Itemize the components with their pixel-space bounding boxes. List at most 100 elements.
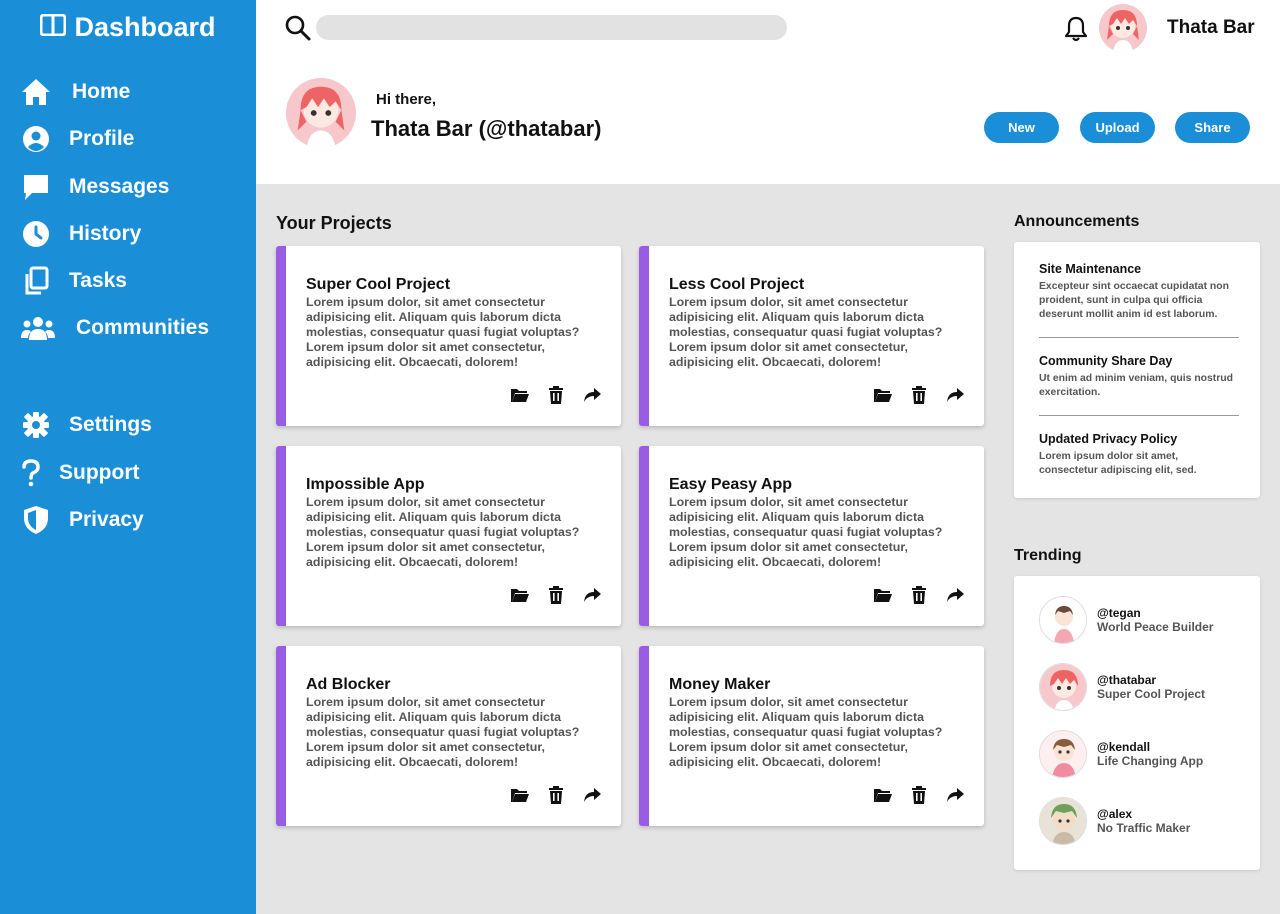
share-icon[interactable]: [582, 585, 602, 605]
communities-icon: [20, 312, 56, 344]
divider: [1039, 415, 1239, 416]
folder-icon[interactable]: [873, 785, 893, 805]
announcement-body: Ut enim ad minim veniam, quis nostrud ex…: [1039, 373, 1233, 398]
folder-icon[interactable]: [873, 385, 893, 405]
trending-text: @alex No Traffic Maker: [1097, 807, 1190, 835]
announcement-item[interactable]: Updated Privacy Policy Lorem ipsum dolor…: [1039, 432, 1239, 478]
project-card[interactable]: Ad Blocker Lorem ipsum dolor, sit amet co…: [276, 646, 621, 826]
share-icon[interactable]: [945, 385, 965, 405]
folder-icon[interactable]: [510, 385, 530, 405]
project-description: Lorem ipsum dolor, sit amet consectetur …: [306, 295, 580, 369]
share-icon[interactable]: [582, 785, 602, 805]
project-card[interactable]: Impossible App Lorem ipsum dolor, sit ame…: [276, 446, 621, 626]
sidebar-item-communities[interactable]: Communities: [20, 310, 209, 346]
project-card[interactable]: Easy Peasy App Lorem ipsum dolor, sit ame…: [639, 446, 984, 626]
sidebar: Dashboard Home Profile Messages History …: [0, 0, 256, 914]
project-description: Lorem ipsum dolor, sit amet consectetur …: [669, 495, 943, 569]
user-name[interactable]: Thata Bar: [1167, 17, 1255, 39]
sidebar-item-label: Profile: [69, 127, 135, 150]
folder-icon[interactable]: [873, 585, 893, 605]
announcement-body: Lorem ipsum dolor sit amet, consectetur …: [1039, 451, 1197, 476]
share-icon[interactable]: [945, 785, 965, 805]
project-description: Lorem ipsum dolor, sit amet consectetur …: [669, 295, 943, 369]
trash-icon[interactable]: [909, 585, 929, 605]
folder-icon[interactable]: [510, 785, 530, 805]
trending-text: @thatabar Super Cool Project: [1097, 673, 1205, 701]
card-actions: [873, 785, 965, 805]
sidebar-item-support[interactable]: Support: [20, 455, 139, 491]
trending-panel: @tegan World Peace Builder @thatabar Sup…: [1014, 576, 1260, 870]
project-card[interactable]: Less Cool Project Lorem ipsum dolor, sit …: [639, 246, 984, 426]
announcement-title: Community Share Day: [1039, 354, 1173, 368]
avatar: [1039, 596, 1087, 644]
project-card[interactable]: Money Maker Lorem ipsum dolor, sit amet c…: [639, 646, 984, 826]
card-accent: [276, 646, 286, 826]
project-description: Lorem ipsum dolor, sit amet consectetur …: [669, 695, 943, 769]
sidebar-item-label: Support: [59, 461, 140, 484]
sidebar-item-privacy[interactable]: Privacy: [20, 502, 144, 538]
trash-icon[interactable]: [546, 585, 566, 605]
trending-handle: @alex: [1097, 807, 1133, 821]
announcement-body: Excepteur sint occaecat cupidatat non pr…: [1039, 281, 1229, 320]
history-icon: [20, 218, 52, 250]
bell-icon[interactable]: [1062, 15, 1090, 43]
project-title: Easy Peasy App: [669, 476, 793, 493]
share-icon[interactable]: [945, 585, 965, 605]
card-accent: [276, 246, 286, 426]
trash-icon[interactable]: [909, 385, 929, 405]
tasks-icon: [20, 265, 52, 297]
card-accent: [639, 246, 649, 426]
trash-icon[interactable]: [546, 785, 566, 805]
project-title: Impossible App: [306, 476, 425, 493]
search-input[interactable]: [316, 15, 787, 40]
project-title: Less Cool Project: [669, 276, 805, 293]
profile-name: Thata Bar (@thatabar): [371, 116, 602, 141]
sidebar-item-tasks[interactable]: Tasks: [20, 263, 127, 299]
new-button[interactable]: New: [984, 112, 1059, 143]
sidebar-item-label: Communities: [76, 316, 210, 339]
brand[interactable]: Dashboard: [0, 12, 256, 43]
card-accent: [276, 446, 286, 626]
trash-icon[interactable]: [546, 385, 566, 405]
project-title: Super Cool Project: [306, 276, 451, 293]
user-avatar[interactable]: [1099, 4, 1147, 52]
sidebar-item-label: Settings: [69, 413, 152, 436]
sidebar-item-history[interactable]: History: [20, 216, 141, 252]
trending-item[interactable]: @tegan World Peace Builder: [1039, 596, 1213, 644]
announcement-item[interactable]: Community Share Day Ut enim ad minim ven…: [1039, 354, 1239, 400]
trending-item[interactable]: @kendall Life Changing App: [1039, 730, 1203, 778]
divider: [1039, 337, 1239, 338]
folder-icon[interactable]: [510, 585, 530, 605]
project-card[interactable]: Super Cool Project Lorem ipsum dolor, sit…: [276, 246, 621, 426]
card-actions: [510, 585, 602, 605]
announcement-title: Updated Privacy Policy: [1039, 432, 1178, 446]
sidebar-item-settings[interactable]: Settings: [20, 407, 152, 443]
trending-handle: @kendall: [1097, 740, 1151, 754]
sidebar-item-profile[interactable]: Profile: [20, 121, 134, 157]
sidebar-item-label: Messages: [69, 175, 170, 198]
trending-item[interactable]: @thatabar Super Cool Project: [1039, 663, 1205, 711]
greeting: Hi there,: [376, 91, 437, 108]
card-actions: [510, 385, 602, 405]
sidebar-item-messages[interactable]: Messages: [20, 169, 169, 205]
trash-icon[interactable]: [909, 785, 929, 805]
share-button[interactable]: Share: [1175, 112, 1250, 143]
trending-text: @tegan World Peace Builder: [1097, 606, 1213, 634]
trending-handle: @thatabar: [1097, 673, 1157, 687]
trending-item[interactable]: @alex No Traffic Maker: [1039, 797, 1190, 845]
project-title: Money Maker: [669, 676, 771, 693]
announcement-item[interactable]: Site Maintenance Excepteur sint occaecat…: [1039, 262, 1239, 322]
profile-icon: [20, 123, 52, 155]
dashboard-icon: [39, 13, 67, 41]
announcements-panel: Site Maintenance Excepteur sint occaecat…: [1014, 242, 1260, 498]
sidebar-item-label: Home: [72, 80, 131, 103]
search-icon[interactable]: [284, 14, 312, 42]
card-accent: [639, 446, 649, 626]
upload-button[interactable]: Upload: [1080, 112, 1155, 143]
project-description: Lorem ipsum dolor, sit amet consectetur …: [306, 695, 580, 769]
sidebar-item-home[interactable]: Home: [20, 74, 130, 110]
messages-icon: [20, 171, 52, 203]
share-icon[interactable]: [582, 385, 602, 405]
home-icon: [20, 76, 52, 108]
gear-icon: [20, 409, 52, 441]
